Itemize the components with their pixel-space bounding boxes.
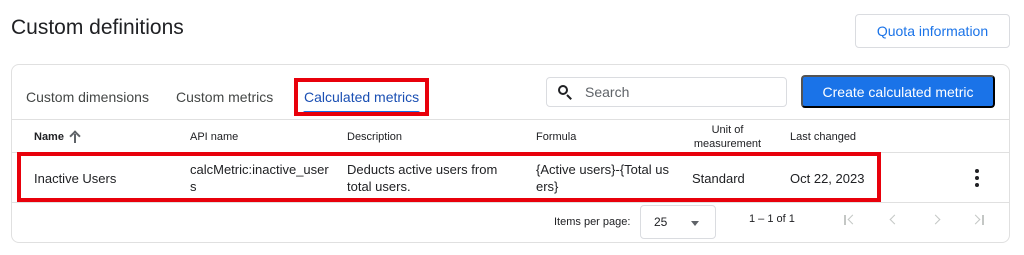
column-header-name[interactable]: Name xyxy=(34,131,80,143)
column-header-name-label: Name xyxy=(34,131,64,143)
search-icon xyxy=(558,85,572,100)
tab-custom-metrics[interactable]: Custom metrics xyxy=(176,89,273,105)
page-size-value: 25 xyxy=(654,215,668,229)
chevron-left-icon[interactable] xyxy=(887,213,901,227)
cell-name: Inactive Users xyxy=(34,171,117,186)
dropdown-caret-icon xyxy=(691,221,699,226)
quota-information-button[interactable]: Quota information xyxy=(855,14,1010,48)
page-title: Custom definitions xyxy=(11,16,184,39)
page-range-label: 1 – 1 of 1 xyxy=(749,213,795,225)
search-box[interactable]: Search xyxy=(546,77,787,107)
column-header-last-changed[interactable]: Last changed xyxy=(790,131,856,143)
page-size-select[interactable]: 25 xyxy=(640,205,716,239)
items-per-page-label: Items per page: xyxy=(554,216,631,228)
last-page-icon[interactable] xyxy=(970,213,986,227)
column-header-api-name[interactable]: API name xyxy=(190,131,238,143)
tab-calculated-metrics[interactable]: Calculated metrics xyxy=(304,89,419,105)
cell-formula: {Active users}-{Total users} xyxy=(536,162,669,194)
column-header-unit[interactable]: Unit of measurement xyxy=(690,123,765,151)
divider xyxy=(12,119,1009,120)
cell-unit: Standard xyxy=(692,171,745,186)
cell-description: Deducts active users from total users. xyxy=(347,162,498,194)
column-header-description[interactable]: Description xyxy=(347,131,402,143)
cell-last-changed: Oct 22, 2023 xyxy=(790,171,865,186)
search-input[interactable]: Search xyxy=(585,84,629,100)
column-header-formula[interactable]: Formula xyxy=(536,131,576,143)
arrow-up-icon xyxy=(70,131,80,143)
selected-tab-indicator xyxy=(303,111,420,114)
divider xyxy=(12,202,1009,203)
chevron-right-icon[interactable] xyxy=(930,213,944,227)
tab-custom-dimensions[interactable]: Custom dimensions xyxy=(26,89,149,105)
divider xyxy=(12,152,1009,153)
create-calculated-metric-button[interactable]: Create calculated metric xyxy=(801,75,995,108)
first-page-icon[interactable] xyxy=(843,213,858,227)
more-vert-icon[interactable] xyxy=(970,169,984,187)
cell-api-name: calcMetric:inactive_users xyxy=(190,162,329,194)
